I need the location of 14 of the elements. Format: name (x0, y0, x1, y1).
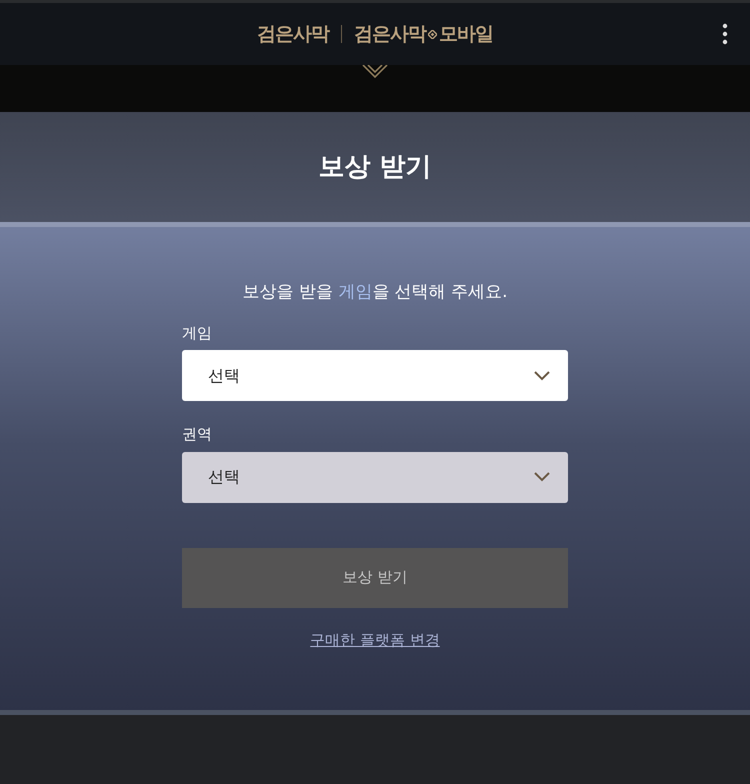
logo-text[interactable]: 모바일 (439, 20, 493, 48)
chevron-down-icon (534, 370, 550, 380)
logo-text[interactable]: 검은사막 (257, 20, 329, 48)
chevron-down-icon (534, 472, 550, 482)
diamond-icon (428, 30, 437, 38)
select-field[interactable]: 선택 (182, 350, 568, 401)
field-label: 권역 (182, 424, 213, 445)
instruction-text: 보상을 받을 게임 을 선택해 주세요. (241, 281, 509, 304)
change-platform-link[interactable]: 구매한 플랫폼 변경 (310, 630, 440, 648)
page-title: 보상 받기 (318, 150, 432, 184)
field-label: 게임 (182, 322, 213, 344)
more-menu-icon[interactable] (722, 23, 728, 45)
chevron-down-icon (361, 65, 389, 79)
logo-text[interactable]: 검은사막 (354, 20, 426, 48)
